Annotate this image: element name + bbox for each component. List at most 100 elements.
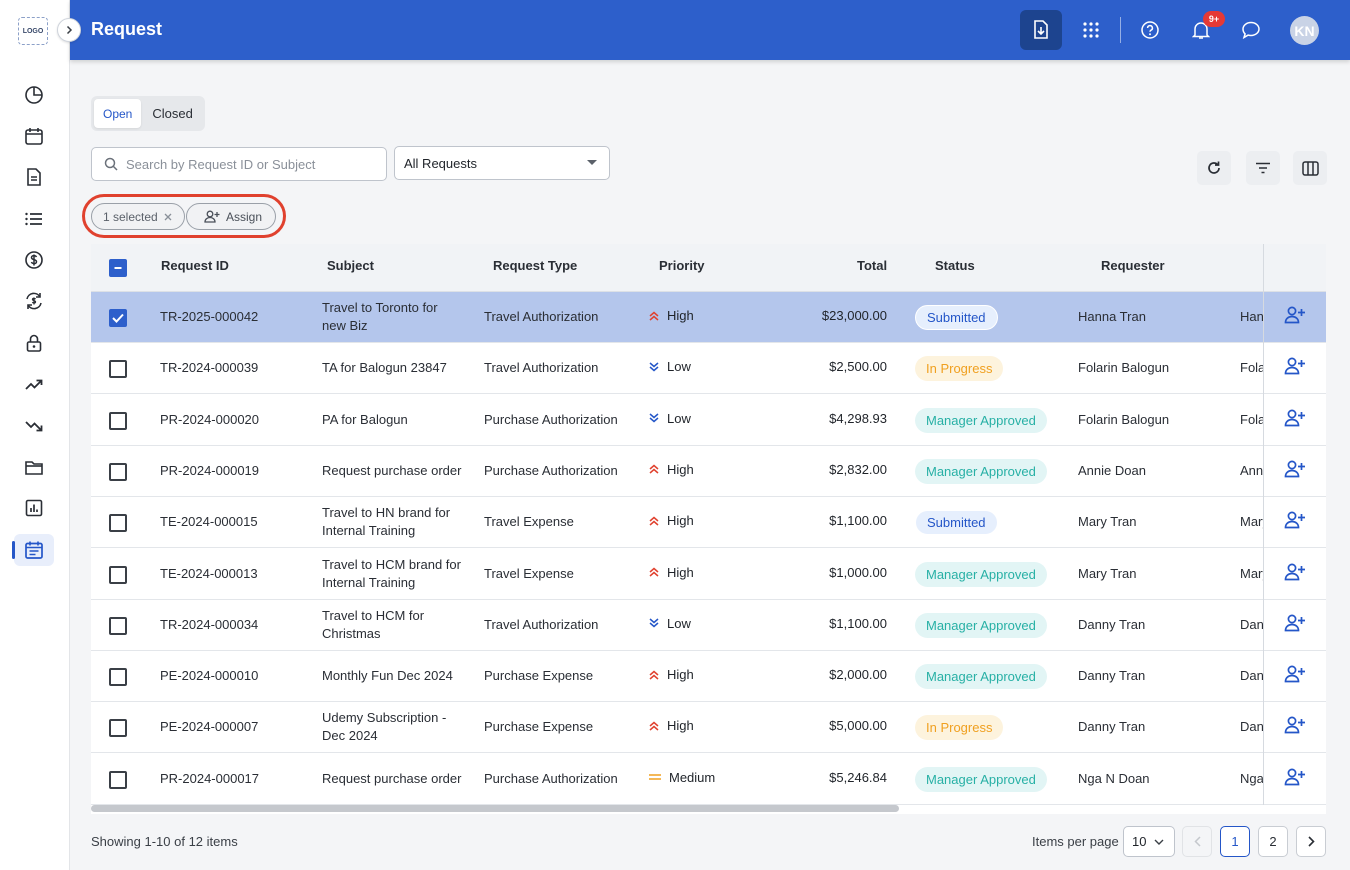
notifications-button[interactable]: 9+ bbox=[1180, 10, 1225, 50]
table-row[interactable]: PE-2024-000007 Udemy Subscription - Dec 2… bbox=[91, 702, 1326, 754]
header-request-type[interactable]: Request Type bbox=[493, 258, 577, 273]
page-2-button[interactable]: 2 bbox=[1258, 826, 1288, 857]
sidebar-item-folder[interactable] bbox=[14, 451, 54, 483]
cell-requester: Hanna Tran bbox=[1078, 309, 1146, 324]
sidebar-item-trending-up[interactable] bbox=[14, 368, 54, 400]
priority-high-icon bbox=[649, 516, 659, 526]
row-checkbox[interactable] bbox=[109, 770, 127, 789]
table-row[interactable]: TR-2024-000039 TA for Balogun 23847 Travel… bbox=[91, 343, 1326, 395]
items-per-page-select[interactable]: 10 bbox=[1123, 826, 1175, 857]
table-row[interactable]: TR-2024-000034 Travel to HCM for Christma… bbox=[91, 599, 1326, 651]
row-checkbox[interactable] bbox=[109, 360, 127, 379]
list-icon bbox=[25, 212, 42, 226]
page-1-button[interactable]: 1 bbox=[1220, 826, 1250, 857]
refresh-button[interactable] bbox=[1197, 151, 1231, 185]
row-checkbox[interactable] bbox=[109, 616, 127, 635]
assign-button[interactable]: Assign bbox=[186, 203, 276, 230]
cell-requester: Danny Tran bbox=[1078, 616, 1146, 632]
table-row[interactable]: TE-2024-000013 Travel to HCM brand for In… bbox=[91, 548, 1326, 600]
table-row[interactable]: PR-2024-000017 Request purchase order Purc… bbox=[91, 753, 1326, 805]
row-checkbox[interactable] bbox=[109, 565, 127, 584]
sidebar-item-document[interactable] bbox=[14, 161, 54, 193]
cell-subject: Travel to Toronto for new Biz bbox=[322, 300, 438, 333]
cell-subject: Request purchase order bbox=[322, 770, 462, 786]
table-row[interactable]: PR-2024-000019 Request purchase order Purc… bbox=[91, 445, 1326, 497]
search-box bbox=[91, 147, 387, 181]
user-avatar[interactable]: KN bbox=[1290, 16, 1319, 45]
request-filter-dropdown[interactable]: All Requests bbox=[394, 146, 610, 180]
sidebar-item-lock[interactable] bbox=[14, 327, 54, 359]
table-row[interactable]: PR-2024-000020 PA for Balogun Purchase Aut… bbox=[91, 394, 1326, 446]
priority-medium-icon bbox=[649, 774, 661, 780]
cell-request-id[interactable]: PR-2024-000020 bbox=[160, 411, 259, 429]
priority-low-icon bbox=[649, 362, 659, 372]
header-priority[interactable]: Priority bbox=[659, 258, 705, 273]
sidebar-expand-button[interactable] bbox=[57, 18, 81, 42]
cell-request-id[interactable]: TR-2024-000034 bbox=[160, 616, 258, 634]
clear-selection-icon[interactable] bbox=[164, 213, 172, 221]
header-status[interactable]: Status bbox=[935, 258, 975, 273]
header-request-id[interactable]: Request ID bbox=[161, 258, 229, 273]
sidebar-item-currency-exchange[interactable] bbox=[14, 285, 54, 317]
cell-request-id[interactable]: TR-2025-000042 bbox=[160, 308, 258, 326]
cell-next-column-partial: Dann bbox=[1240, 616, 1263, 632]
horizontal-scrollbar[interactable] bbox=[91, 805, 899, 812]
cell-total: $5,000.00 bbox=[829, 718, 887, 734]
sidebar-item-request-calendar[interactable] bbox=[12, 534, 54, 566]
assign-label: Assign bbox=[226, 209, 263, 224]
filter-button[interactable] bbox=[1246, 151, 1280, 185]
cell-request-id[interactable]: PE-2024-000010 bbox=[160, 667, 258, 685]
cell-requester: Annie Doan bbox=[1078, 462, 1146, 478]
prev-page-button[interactable] bbox=[1182, 826, 1212, 857]
sidebar-item-pie-chart[interactable] bbox=[14, 79, 54, 111]
columns-icon bbox=[1301, 160, 1319, 176]
header-total[interactable]: Total bbox=[857, 258, 887, 273]
priority-label: High bbox=[667, 461, 694, 477]
sidebar-item-trending-down[interactable] bbox=[14, 410, 54, 442]
sidebar-item-calendar[interactable] bbox=[14, 120, 54, 152]
columns-button[interactable] bbox=[1293, 151, 1327, 185]
table-row[interactable]: TE-2024-000015 Travel to HN brand for Int… bbox=[91, 497, 1326, 549]
next-page-button[interactable] bbox=[1296, 826, 1326, 857]
row-checkbox[interactable] bbox=[109, 668, 127, 687]
status-badge: Manager Approved bbox=[915, 612, 1047, 638]
export-button[interactable] bbox=[1020, 10, 1062, 50]
header-subject[interactable]: Subject bbox=[327, 258, 374, 273]
top-header: Request 9+ KN bbox=[70, 0, 1350, 60]
sidebar-item-list[interactable] bbox=[14, 203, 54, 235]
cell-next-column-partial: Fola bbox=[1240, 411, 1263, 427]
row-checkbox[interactable] bbox=[109, 309, 127, 327]
table-row[interactable]: TR-2025-000042 Travel to Toronto for new … bbox=[91, 292, 1326, 343]
search-input[interactable] bbox=[126, 156, 376, 172]
cell-subject: Travel to HCM brand for Internal Trainin… bbox=[322, 556, 461, 590]
cell-request-id[interactable]: PE-2024-000007 bbox=[160, 718, 258, 736]
sidebar-item-bar-report[interactable] bbox=[14, 492, 54, 524]
help-button[interactable] bbox=[1129, 10, 1171, 50]
apps-button[interactable] bbox=[1070, 10, 1112, 50]
cell-total: $2,832.00 bbox=[829, 461, 887, 477]
cell-request-id[interactable]: PR-2024-000017 bbox=[160, 770, 259, 788]
row-checkbox[interactable] bbox=[109, 411, 127, 430]
row-checkbox[interactable] bbox=[109, 462, 127, 481]
header-requester[interactable]: Requester bbox=[1101, 258, 1165, 273]
table-row[interactable]: PE-2024-000010 Monthly Fun Dec 2024 Purcha… bbox=[91, 651, 1326, 703]
currency-exchange-icon bbox=[26, 292, 42, 310]
cell-request-id[interactable]: TE-2024-000015 bbox=[160, 513, 258, 531]
cell-priority: High bbox=[649, 513, 694, 528]
priority-low-icon bbox=[649, 413, 659, 423]
sidebar: LOGO bbox=[0, 0, 70, 870]
cell-next-column-partial: Mary bbox=[1240, 565, 1263, 581]
sidebar-item-dollar-circle[interactable] bbox=[14, 244, 54, 276]
cell-request-id[interactable]: TE-2024-000013 bbox=[160, 565, 258, 583]
select-all-checkbox[interactable] bbox=[109, 259, 127, 277]
cell-subject: Travel to HCM for Christmas bbox=[322, 607, 425, 641]
tab-closed[interactable]: Closed bbox=[143, 99, 201, 128]
tab-open[interactable]: Open bbox=[94, 99, 142, 128]
chat-button[interactable] bbox=[1230, 10, 1272, 50]
cell-next-column-partial: Anni bbox=[1240, 462, 1263, 478]
cell-request-id[interactable]: PR-2024-000019 bbox=[160, 462, 259, 480]
cell-subject: TA for Balogun 23847 bbox=[322, 360, 447, 376]
row-checkbox[interactable] bbox=[109, 719, 127, 738]
cell-request-id[interactable]: TR-2024-000039 bbox=[160, 359, 258, 377]
row-checkbox[interactable] bbox=[109, 514, 127, 533]
